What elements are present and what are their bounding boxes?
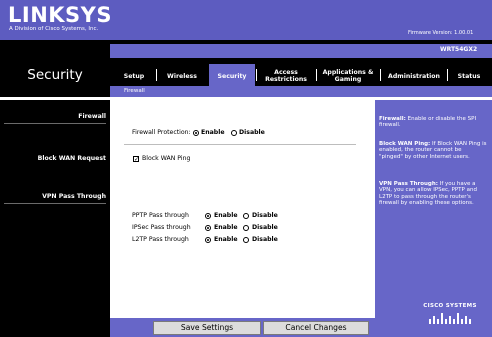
tab-divider [156, 69, 157, 81]
block-wan-ping-checkbox[interactable]: ✓ [133, 156, 139, 163]
l2tp-enable-radio[interactable] [205, 237, 211, 243]
section-label-vpn: VPN Pass Through [42, 193, 106, 200]
l2tp-label: L2TP Pass through [132, 236, 189, 243]
tab-divider [316, 69, 317, 81]
firmware-version: Firmware Version: 1.00.01 [408, 30, 474, 36]
page-title: Security [27, 67, 83, 83]
firewall-protection-label: Firewall Protection: [132, 129, 191, 136]
cancel-changes-button[interactable]: Cancel Changes [263, 321, 369, 335]
tab-access-restrictions[interactable]: Access Restrictions [258, 69, 314, 83]
subtab-bar [110, 86, 492, 97]
tab-applications-gaming[interactable]: Applications & Gaming [318, 69, 378, 83]
firewall-enable-radio[interactable] [193, 130, 199, 136]
divider [0, 97, 110, 100]
tab-label-line: Applications & [322, 69, 374, 76]
ipsec-label: IPSec Pass through [132, 224, 191, 231]
tab-wireless[interactable]: Wireless [158, 73, 206, 80]
section-label-block-wan: Block WAN Request [37, 155, 106, 162]
help-firewall: Firewall: Enable or disable the SPI fire… [379, 116, 477, 129]
tab-divider [447, 69, 448, 81]
pptp-disable-label: Disable [252, 212, 278, 219]
firewall-disable-label: Disable [239, 129, 265, 136]
section-label-firewall: Firewall [78, 113, 106, 120]
l2tp-enable-label: Enable [214, 236, 238, 243]
tab-label-line: Restrictions [265, 76, 307, 83]
linksys-logo: LINKSYS [8, 3, 112, 27]
divider [124, 144, 356, 145]
tab-setup[interactable]: Setup [114, 73, 154, 80]
divider [4, 123, 106, 124]
pptp-disable-radio[interactable] [243, 213, 249, 219]
ipsec-enable-radio[interactable] [205, 225, 211, 231]
tab-divider [380, 69, 381, 81]
left-column [0, 40, 110, 337]
ipsec-disable-label: Disable [252, 224, 278, 231]
l2tp-disable-radio[interactable] [243, 237, 249, 243]
pptp-enable-radio[interactable] [205, 213, 211, 219]
firewall-disable-radio[interactable] [231, 130, 237, 136]
ipsec-enable-label: Enable [214, 224, 238, 231]
tab-label-line: Gaming [334, 76, 362, 83]
tab-label-line: Access [274, 69, 298, 76]
divider [4, 203, 106, 204]
save-settings-button[interactable]: Save Settings [153, 321, 261, 335]
help-vpn: VPN Pass Through: If you have a VPN, you… [379, 181, 477, 206]
tab-administration[interactable]: Administration [382, 73, 446, 80]
ipsec-disable-radio[interactable] [243, 225, 249, 231]
logo-subtitle: A Division of Cisco Systems, Inc. [9, 26, 99, 32]
l2tp-disable-label: Disable [252, 236, 278, 243]
help-panel [375, 100, 492, 337]
tab-divider [256, 69, 257, 81]
router-model: WRT54GX2 [440, 46, 478, 53]
model-band [110, 44, 492, 58]
help-block-wan: Block WAN Ping: If Block WAN Ping is ena… [379, 141, 487, 160]
pptp-label: PPTP Pass through [132, 212, 189, 219]
block-wan-ping-label: Block WAN Ping [142, 155, 191, 162]
cisco-logo: CISCO SYSTEMS [423, 303, 477, 309]
cisco-bars-icon [429, 313, 471, 324]
tab-security[interactable]: Security [209, 73, 255, 80]
tab-status[interactable]: Status [449, 73, 489, 80]
pptp-enable-label: Enable [214, 212, 238, 219]
firewall-enable-label: Enable [201, 129, 225, 136]
subtab-firewall[interactable]: Firewall [124, 88, 145, 95]
